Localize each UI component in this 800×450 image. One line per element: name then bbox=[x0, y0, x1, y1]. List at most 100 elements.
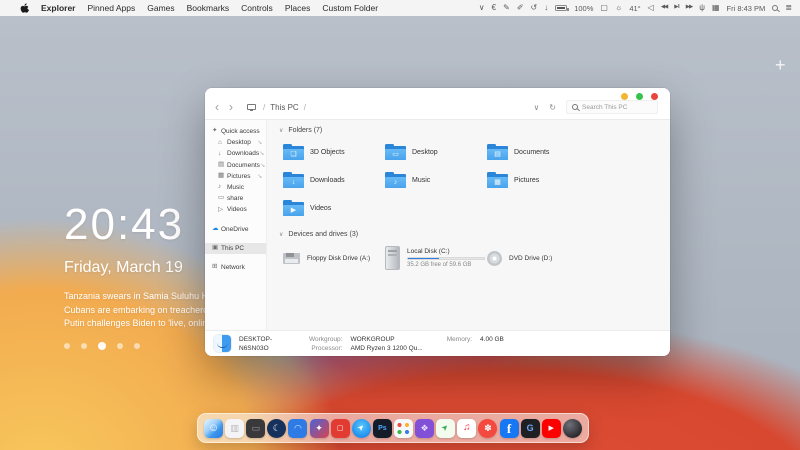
pencil-icon[interactable]: ✐ bbox=[517, 4, 524, 12]
hard-drive-icon bbox=[385, 246, 400, 270]
play-pause-icon[interactable]: ▶‖ bbox=[674, 5, 679, 11]
weather-temp: 41° bbox=[629, 3, 641, 13]
keyboard-icon[interactable]: ▦ bbox=[712, 4, 720, 12]
folder-desktop[interactable]: ▭ Desktop bbox=[385, 138, 487, 166]
sidebar-item-downloads[interactable]: ↓ Downloads ⊸ bbox=[205, 148, 266, 159]
news-line[interactable]: Tanzania swears in Samia Suluhu Hassan a… bbox=[64, 290, 206, 304]
back-button[interactable]: ‹ bbox=[215, 101, 219, 113]
folder-pictures[interactable]: ▦ Pictures bbox=[487, 166, 589, 194]
explorer-content: ∨ Folders (7) ❏ 3D Objects ▭ Desktop ▤ D… bbox=[267, 120, 670, 330]
control-center-icon[interactable]: ≣ bbox=[785, 4, 792, 12]
folder-videos[interactable]: ▶ Videos bbox=[283, 194, 385, 222]
pictures-icon: ▦ bbox=[218, 172, 225, 180]
finder-icon[interactable]: ☺ bbox=[204, 418, 223, 438]
breadcrumb[interactable]: This PC bbox=[270, 103, 298, 112]
fast-forward-icon[interactable]: ▶▶ bbox=[686, 5, 694, 11]
facebook-icon[interactable]: f bbox=[499, 418, 519, 438]
red-circle-app-icon[interactable]: ✽ bbox=[478, 418, 498, 438]
pen-icon[interactable]: ✎ bbox=[503, 4, 510, 12]
purple-app-icon[interactable]: ❖ bbox=[415, 418, 435, 438]
dark-sphere-icon[interactable] bbox=[562, 418, 582, 438]
menu-custom-folder[interactable]: Custom Folder bbox=[322, 3, 378, 13]
page-dot[interactable] bbox=[64, 342, 70, 349]
moon-app-icon[interactable]: ☾ bbox=[267, 418, 287, 438]
page-dot[interactable] bbox=[81, 342, 87, 349]
page-dot[interactable] bbox=[134, 342, 140, 349]
refresh-icon[interactable]: ↻ bbox=[549, 103, 556, 112]
folder-label: 3D Objects bbox=[310, 148, 345, 156]
maps-icon[interactable]: ➤ bbox=[436, 418, 456, 438]
menu-explorer[interactable]: Explorer bbox=[41, 3, 76, 13]
sidebar-item-music[interactable]: ♪ Music bbox=[205, 182, 266, 193]
drive-dvd-d[interactable]: DVD Drive (D:) bbox=[487, 243, 589, 273]
battery-icon[interactable] bbox=[555, 5, 569, 11]
folder-music[interactable]: ♪ Music bbox=[385, 166, 487, 194]
folders-section-header[interactable]: ∨ Folders (7) bbox=[279, 124, 670, 136]
drive-floppy-a[interactable]: Floppy Disk Drive (A:) bbox=[283, 243, 385, 273]
search-box[interactable] bbox=[566, 100, 658, 114]
mic-icon[interactable]: ψ bbox=[699, 4, 705, 12]
folder-3d-objects[interactable]: ❏ 3D Objects bbox=[283, 138, 385, 166]
download-icon[interactable]: ↓ bbox=[544, 4, 548, 12]
page-dot-active[interactable] bbox=[98, 341, 106, 350]
safari-icon[interactable]: ➤ bbox=[351, 418, 371, 438]
sidebar-item-onedrive[interactable]: ☁ OneDrive bbox=[205, 224, 266, 235]
pin-icon: ⊸ bbox=[255, 172, 264, 181]
sidebar-item-desktop[interactable]: ⌂ Desktop ⊸ bbox=[205, 137, 266, 148]
red-app-icon[interactable]: ▢ bbox=[330, 418, 350, 438]
sidebar-item-share[interactable]: ▭ share bbox=[205, 193, 266, 204]
news-line[interactable]: Putin challenges Biden to 'live, online'… bbox=[64, 317, 206, 331]
menu-pinned-apps[interactable]: Pinned Apps bbox=[88, 3, 136, 13]
folders-grid: ❏ 3D Objects ▭ Desktop ▤ Documents ↓ Dow… bbox=[283, 138, 670, 222]
chat-app-icon[interactable]: ◠ bbox=[288, 418, 308, 438]
display-icon[interactable]: ▢ bbox=[600, 4, 608, 12]
drives-section-header[interactable]: ∨ Devices and drives (3) bbox=[279, 228, 670, 240]
sidebar-item-videos[interactable]: ▷ Videos bbox=[205, 204, 266, 215]
youtube-icon[interactable]: ▶ bbox=[541, 418, 561, 438]
drive-local-c[interactable]: Local Disk (C:) 35.2 GB free of 59.6 GB bbox=[385, 243, 487, 273]
rewind-icon[interactable]: ◀◀ bbox=[661, 5, 669, 11]
photoshop-icon[interactable]: Ps bbox=[372, 418, 392, 438]
red-blue-app-icon[interactable]: ✦ bbox=[309, 418, 329, 438]
phone-icon[interactable]: ▭ bbox=[246, 418, 266, 438]
menu-places[interactable]: Places bbox=[285, 3, 311, 13]
menubar-clock[interactable]: Fri 8:43 PM bbox=[727, 4, 766, 13]
launchpad-icon[interactable] bbox=[393, 418, 413, 438]
menu-controls[interactable]: Controls bbox=[241, 3, 273, 13]
breadcrumb-separator: / bbox=[263, 102, 266, 112]
apple-logo-icon[interactable] bbox=[20, 2, 29, 14]
news-line[interactable]: Cubans are embarking on treacherous sea … bbox=[64, 304, 206, 318]
sidebar-item-network[interactable]: ⊞ Network bbox=[205, 262, 266, 273]
add-widget-button[interactable]: + bbox=[775, 55, 786, 76]
music-icon[interactable]: ♫ bbox=[457, 418, 477, 438]
currency-icon[interactable]: € bbox=[492, 4, 496, 12]
explorer-window: ‹ › / This PC / ∨ ↻ ✦ bbox=[205, 88, 670, 356]
processor-label: Processor: bbox=[311, 345, 343, 352]
drive-label: Local Disk (C:) bbox=[407, 247, 450, 255]
menu-games[interactable]: Games bbox=[147, 3, 174, 13]
search-input[interactable] bbox=[582, 103, 652, 111]
sidebar-item-pictures[interactable]: ▦ Pictures ⊸ bbox=[205, 171, 266, 182]
history-icon[interactable]: ↺ bbox=[531, 4, 538, 12]
sidebar-item-documents[interactable]: ▤ Documents ⊸ bbox=[205, 160, 266, 171]
weather-icon[interactable]: ☼ bbox=[615, 4, 622, 12]
address-dropdown-icon[interactable]: ∨ bbox=[533, 103, 539, 112]
search-icon[interactable] bbox=[772, 5, 779, 11]
page-dot[interactable] bbox=[117, 342, 123, 349]
folder-label: Documents bbox=[514, 148, 550, 156]
collapse-icon[interactable]: ∨ bbox=[279, 127, 283, 134]
google-icon[interactable]: G bbox=[520, 418, 540, 438]
volume-icon[interactable]: ◁ bbox=[648, 4, 654, 12]
forward-button[interactable]: › bbox=[229, 101, 233, 113]
menu-bookmarks[interactable]: Bookmarks bbox=[187, 3, 230, 13]
sidebar-item-quick-access[interactable]: ✦ Quick access bbox=[205, 126, 266, 137]
window-titlebar[interactable]: ‹ › / This PC / ∨ ↻ bbox=[205, 88, 670, 120]
floppy-disk-icon bbox=[283, 252, 300, 264]
folder-downloads[interactable]: ↓ Downloads bbox=[283, 166, 385, 194]
sidebar-label: This PC bbox=[221, 244, 245, 252]
folder-documents[interactable]: ▤ Documents bbox=[487, 138, 589, 166]
sidebar-item-this-pc[interactable]: ▣ This PC bbox=[205, 242, 266, 254]
collapse-icon[interactable]: ∨ bbox=[279, 231, 283, 238]
chevron-down-icon[interactable]: ∨ bbox=[479, 4, 485, 12]
trash-icon[interactable]: ▥ bbox=[225, 418, 245, 438]
